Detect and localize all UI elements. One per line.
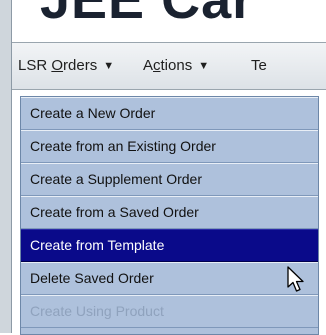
menu-actions[interactable]: Actions ▼ (143, 57, 209, 74)
mouse-pointer-icon (287, 266, 304, 292)
triangle-down-icon: ▼ (103, 60, 115, 72)
menu-item-create-supplement-order[interactable]: Create a Supplement Order (21, 163, 318, 196)
menu-truncated-label: Te (251, 57, 267, 74)
menu-actions-mnemonic: c (153, 57, 161, 74)
left-frame (0, 0, 12, 333)
app-header: JEE Car (12, 0, 326, 42)
menu-item-create-from-existing-order[interactable]: Create from an Existing Order (21, 130, 318, 163)
menu-item-create-using-product: Create Using Product (21, 295, 318, 328)
menu-item-create-from-saved-order[interactable]: Create from a Saved Order (21, 196, 318, 229)
lsr-orders-dropdown: Create a New Order Create from an Existi… (20, 96, 319, 335)
menu-item-delete-saved-order[interactable]: Delete Saved Order (21, 262, 318, 295)
menu-actions-label-prefix: A (143, 57, 154, 74)
menu-actions-label-suffix: tions (160, 57, 193, 74)
triangle-down-icon: ▼ (198, 60, 210, 72)
menu-truncated[interactable]: Te (251, 57, 267, 74)
menu-item-create-new-order[interactable]: Create a New Order (21, 97, 318, 130)
menu-lsr-orders-mnemonic: O (51, 57, 64, 74)
app-logo: JEE Car (40, 0, 255, 30)
menu-lsr-orders[interactable]: LSR Orders ▼ (18, 57, 114, 74)
menu-item-create-from-template[interactable]: Create from Template (21, 229, 318, 262)
menu-lsr-orders-label-suffix: rders (63, 57, 98, 74)
menu-lsr-orders-label-prefix: LSR (18, 57, 52, 74)
menu-bar: LSR Orders ▼ Actions ▼ Te (12, 42, 326, 90)
